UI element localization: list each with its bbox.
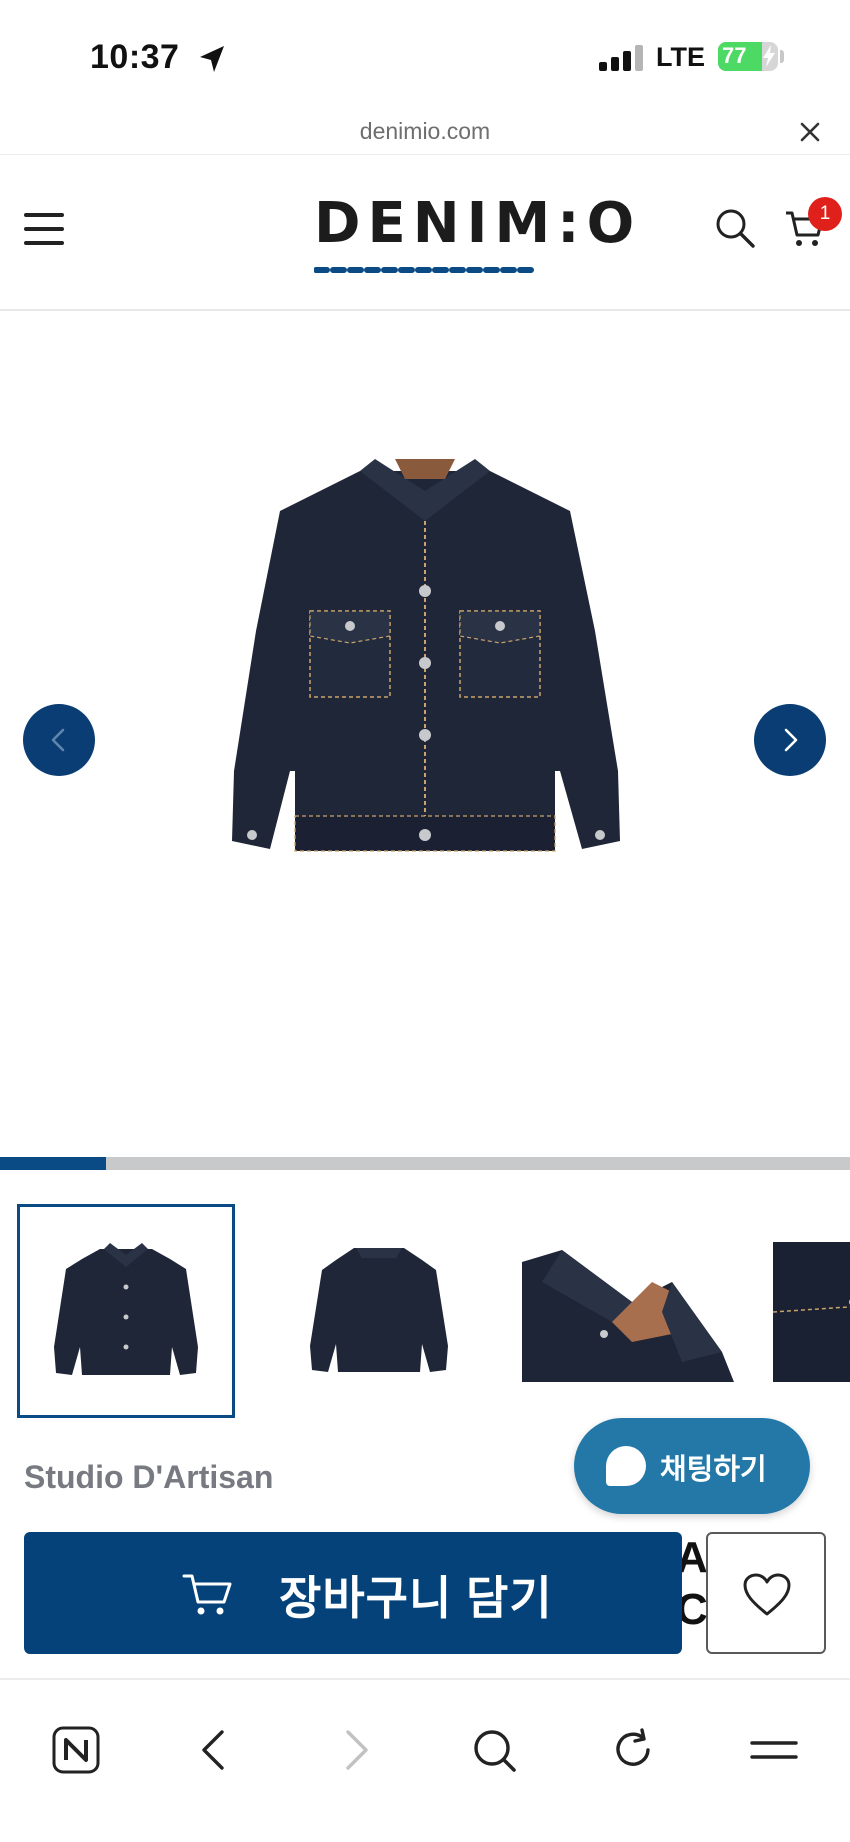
search-icon[interactable] [468,1724,520,1776]
menu-icon[interactable] [748,1724,800,1776]
gallery-progress-bar [0,1157,850,1170]
battery-cap [780,50,784,63]
thumbnail-back[interactable] [270,1204,488,1418]
thumbnail-strip[interactable] [0,1200,850,1425]
add-to-cart-label: 장바구니 담기 [279,1572,553,1624]
gallery-next-button[interactable] [754,704,826,776]
naver-home-icon[interactable] [50,1724,102,1776]
back-icon[interactable] [188,1724,240,1776]
logo-stitch-line [313,261,537,279]
status-time: 10:37 [90,38,180,76]
thumbnail-pocket-detail[interactable] [773,1242,850,1382]
cart-count-badge[interactable]: 1 [808,197,842,231]
add-to-cart-button[interactable]: 장바구니 담기 [24,1532,682,1654]
gallery-progress-fill [0,1157,107,1170]
battery-level: 77 [722,43,747,68]
bolt-icon [762,45,776,72]
chat-label: 채팅하기 [660,1454,767,1486]
url-text[interactable]: denimio.com [0,118,850,145]
chat-button[interactable]: 채팅하기 [574,1418,810,1514]
logo-text: DENIM:O [314,191,642,256]
product-brand[interactable]: Studio D'Artisan [24,1459,273,1496]
cart-icon [182,1570,234,1623]
network-label: LTE [656,42,705,72]
forward-icon[interactable] [330,1724,382,1776]
status-bar: 10:37 LTE 77 [0,0,850,110]
url-bar[interactable]: denimio.com [0,110,850,155]
gallery-prev-button[interactable] [23,704,95,776]
thumbnail-collar-detail[interactable] [522,1242,734,1382]
signal-bars-icon [598,44,644,77]
chat-bubble-icon [606,1446,646,1486]
hamburger-icon[interactable] [24,211,64,252]
close-icon[interactable] [798,120,822,144]
thumbnail-front[interactable] [17,1204,235,1418]
product-image-jacket[interactable] [210,451,640,876]
wishlist-button[interactable] [706,1532,826,1654]
product-gallery[interactable] [0,311,850,1156]
battery-charging-icon: 77 [718,42,778,71]
location-arrow-icon [198,44,226,79]
reload-icon[interactable] [608,1724,660,1776]
search-icon[interactable] [714,207,756,254]
site-header: DENIM:O 1 [0,155,850,311]
browser-toolbar [0,1678,850,1842]
